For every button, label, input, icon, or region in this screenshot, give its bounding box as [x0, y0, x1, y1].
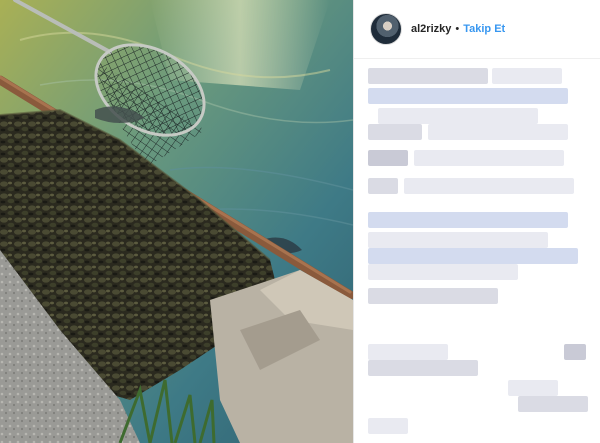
- follow-button[interactable]: Takip Et: [463, 23, 505, 35]
- post-sidebar: al2rizky • Takip Et: [353, 0, 600, 443]
- photo-scene: [0, 0, 353, 443]
- username-link[interactable]: al2rizky: [411, 23, 451, 35]
- post-photo: [0, 0, 353, 443]
- instagram-post: al2rizky • Takip Et: [0, 0, 600, 443]
- post-header: al2rizky • Takip Et: [354, 0, 600, 59]
- blurred-caption: [368, 62, 588, 443]
- header-separator: •: [455, 23, 460, 35]
- avatar[interactable]: [370, 13, 402, 45]
